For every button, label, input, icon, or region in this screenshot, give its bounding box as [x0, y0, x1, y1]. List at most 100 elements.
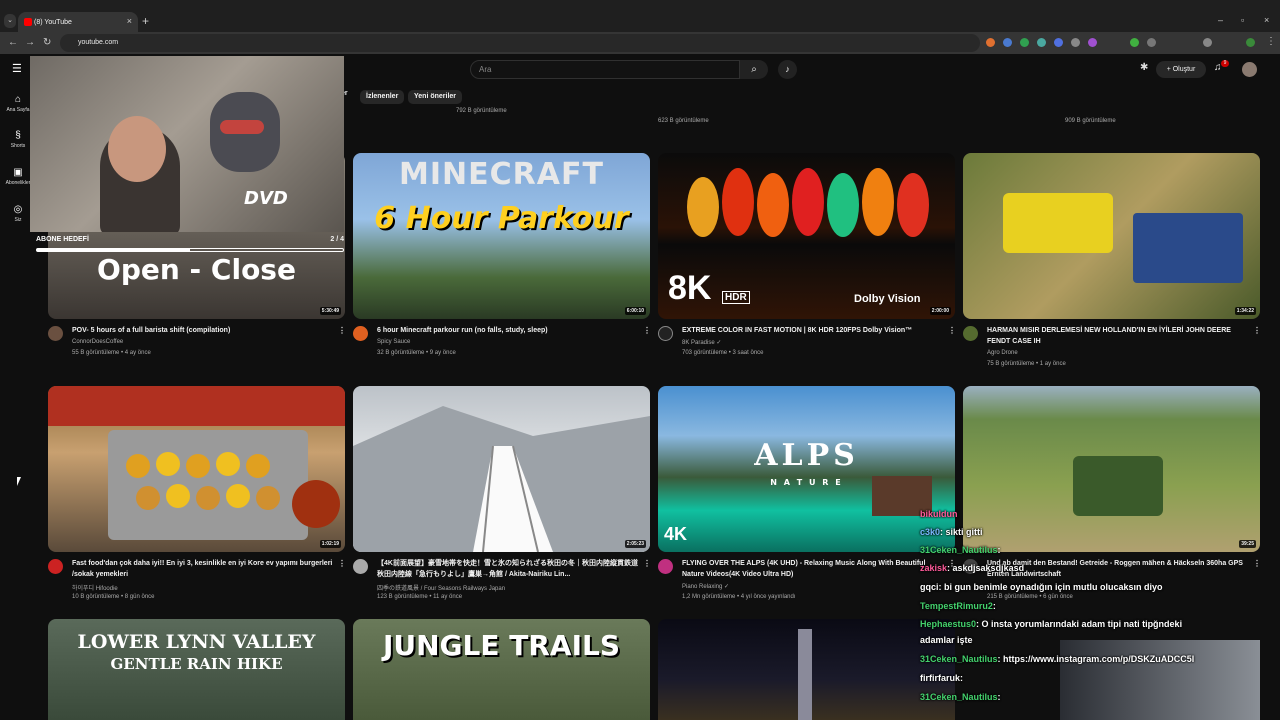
extensions-puzzle-icon[interactable] [1203, 38, 1212, 47]
more-options-icon[interactable]: ⋮ [643, 326, 651, 335]
video-duration: 1:34:22 [1234, 307, 1256, 315]
video-thumbnail[interactable]: 8K HDR Dolby Vision 2:00:00 [658, 153, 955, 319]
video-thumbnail[interactable]: ALPS N A T U R E 4K [658, 386, 955, 552]
thumbnail-text: Open - Close [97, 253, 296, 286]
sidebar-item-subscriptions[interactable]: ▣ Abonelikler [4, 167, 32, 186]
extension-icon[interactable] [1003, 38, 1012, 47]
skyscraper-image [798, 629, 812, 720]
thumbnail-text: 4K [664, 524, 688, 544]
reload-icon[interactable]: ↻ [43, 37, 51, 48]
channel-name[interactable]: 8K Paradise ✓ [682, 339, 721, 346]
channel-name[interactable]: 四季の鉄道風景 / Four Seasons Railways Japan [377, 583, 505, 592]
video-title[interactable]: FLYING OVER THE ALPS (4K UHD) - Relaxing… [682, 558, 944, 580]
profile-icon[interactable] [1246, 38, 1255, 47]
browser-menu-icon[interactable]: ⋮ [1266, 36, 1276, 47]
video-thumbnail[interactable]: 1:34:22 [963, 153, 1260, 319]
sidebar-item-shorts[interactable]: § Shorts [4, 130, 32, 149]
hamburger-menu-icon[interactable]: ☰ [12, 62, 22, 75]
channel-avatar[interactable] [658, 326, 673, 341]
search-button[interactable]: ⌕ [740, 60, 768, 79]
more-options-icon[interactable]: ⋮ [948, 326, 956, 335]
video-title[interactable]: HARMAN MISIR DERLEMESİ NEW HOLLAND'IN EN… [987, 325, 1249, 347]
maximize-button[interactable]: ▫ [1241, 15, 1244, 25]
video-thumbnail[interactable]: 2:05:23 [353, 386, 650, 552]
thumbnail-text: MINECRAFT [399, 157, 604, 192]
snowy-railway-image [353, 406, 650, 552]
video-title[interactable]: 6 hour Minecraft parkour run (no falls, … [377, 325, 637, 336]
dvd-logo: DVD [244, 188, 288, 209]
video-duration: 2:05:23 [624, 540, 646, 548]
extension-icon[interactable] [1037, 38, 1046, 47]
thumbnail-text: GENTLE RAIN HIKE [110, 655, 283, 673]
forward-arrow-icon[interactable]: → [25, 37, 35, 48]
thumbnail-text: ALPS [754, 438, 859, 473]
browser-tab-youtube[interactable]: (8) YouTube × [18, 12, 138, 32]
chat-message: bikuldun [920, 509, 958, 519]
window-close-button[interactable]: × [1264, 15, 1269, 25]
video-title[interactable]: EXTREME COLOR IN FAST MOTION | 8K HDR 12… [682, 325, 942, 336]
more-options-icon[interactable]: ⋮ [643, 559, 651, 568]
channel-name[interactable]: 하이푸디 Hifoodie [72, 583, 118, 592]
minimize-button[interactable]: – [1218, 15, 1223, 25]
channel-avatar[interactable] [658, 559, 673, 574]
tab-close-icon[interactable]: × [127, 16, 132, 26]
channel-avatar[interactable] [353, 559, 368, 574]
chat-message: 31Ceken_Nautilus: [920, 545, 1001, 555]
channel-avatar[interactable] [48, 326, 63, 341]
channel-name[interactable]: ConnorDoesCoffee [72, 339, 123, 345]
video-title[interactable]: POV- 5 hours of a full barista shift (co… [72, 325, 332, 336]
video-title[interactable]: 【4K前面展望】豪雪地帯を快走！雪と氷の知られざる秋田の冬｜秋田内陸縦貫鉄道 秋… [377, 558, 639, 580]
chat-message: gqci: bi gun benimle oynadığın için mutl… [920, 582, 1163, 592]
extension-icon[interactable] [1071, 38, 1080, 47]
video-meta: 1,2 Mn görüntüleme • 4 yıl önce yayınlan… [682, 594, 796, 600]
trailer-image [1133, 213, 1243, 283]
extension-icon[interactable] [986, 38, 995, 47]
voice-search-button[interactable]: ♪ [778, 60, 797, 79]
extension-icon[interactable] [1020, 38, 1029, 47]
channel-name[interactable]: Piano Relaxing ✓ [682, 583, 729, 590]
back-arrow-icon[interactable]: ← [8, 37, 18, 48]
extension-icon[interactable] [1054, 38, 1063, 47]
channel-avatar[interactable] [353, 326, 368, 341]
extension-icon[interactable] [1147, 38, 1156, 47]
video-thumbnail[interactable]: MINECRAFT 6 Hour Parkour 6:00:10 [353, 153, 650, 319]
sidebar-item-home[interactable]: ⌂ Ana Sayfa [4, 94, 32, 113]
video-thumbnail[interactable]: JUNGLE TRAILS [353, 619, 650, 720]
settings-gear-icon[interactable]: ✱ [1140, 62, 1148, 73]
channel-avatar[interactable] [963, 326, 978, 341]
search-input[interactable]: Ara [470, 60, 740, 79]
sidebar-item-label: Shorts [10, 143, 26, 149]
video-duration: 6:00:10 [624, 307, 646, 315]
video-meta: 792 B görüntüleme [456, 108, 507, 114]
microphone-icon: ♪ [785, 64, 790, 74]
chat-message: 31Ceken_Nautilus: [920, 692, 1001, 702]
extension-icon[interactable] [1130, 38, 1139, 47]
channel-name[interactable]: Agro Drone [987, 350, 1018, 356]
video-meta: 32 B görüntüleme • 9 ay önce [377, 350, 456, 356]
chip-new-recommendations[interactable]: Yeni öneriler [408, 90, 463, 104]
sidebar-item-you[interactable]: ◎ Siz [4, 204, 32, 223]
goal-count: 2 / 4 [330, 236, 344, 243]
channel-avatar[interactable] [48, 559, 63, 574]
url-field[interactable]: youtube.com [60, 34, 980, 52]
youtube-favicon-icon [24, 18, 32, 26]
video-thumbnail[interactable]: LOWER LYNN VALLEY GENTLE RAIN HIKE [48, 619, 345, 720]
account-avatar[interactable] [1242, 62, 1257, 77]
extension-icon[interactable] [1088, 38, 1097, 47]
video-thumbnail[interactable] [658, 619, 955, 720]
more-options-icon[interactable]: ⋮ [1253, 326, 1261, 335]
stream-chat-overlay: bikuldun c3k0: sikti gitti 31Ceken_Nauti… [920, 505, 1280, 720]
create-button[interactable]: + Oluştur [1156, 61, 1206, 78]
home-icon: ⌂ [14, 94, 22, 105]
channel-name[interactable]: Spicy Sauce [377, 339, 410, 345]
more-options-icon[interactable]: ⋮ [338, 559, 346, 568]
tab-search-button[interactable]: ⌄ [4, 14, 16, 28]
chip-watched[interactable]: İzlenenler [360, 90, 405, 104]
search-icon: ⌕ [751, 64, 757, 75]
video-thumbnail[interactable]: 1:02:19 [48, 386, 345, 552]
more-options-icon[interactable]: ⋮ [338, 326, 346, 335]
chat-message: c3k0: sikti gitti [920, 527, 983, 537]
browser-tab-strip: ⌄ (8) YouTube × + – ▫ × [0, 0, 1280, 32]
video-title[interactable]: Fast food'dan çok daha iyi!! En iyi 3, k… [72, 558, 334, 580]
new-tab-button[interactable]: + [142, 14, 149, 28]
